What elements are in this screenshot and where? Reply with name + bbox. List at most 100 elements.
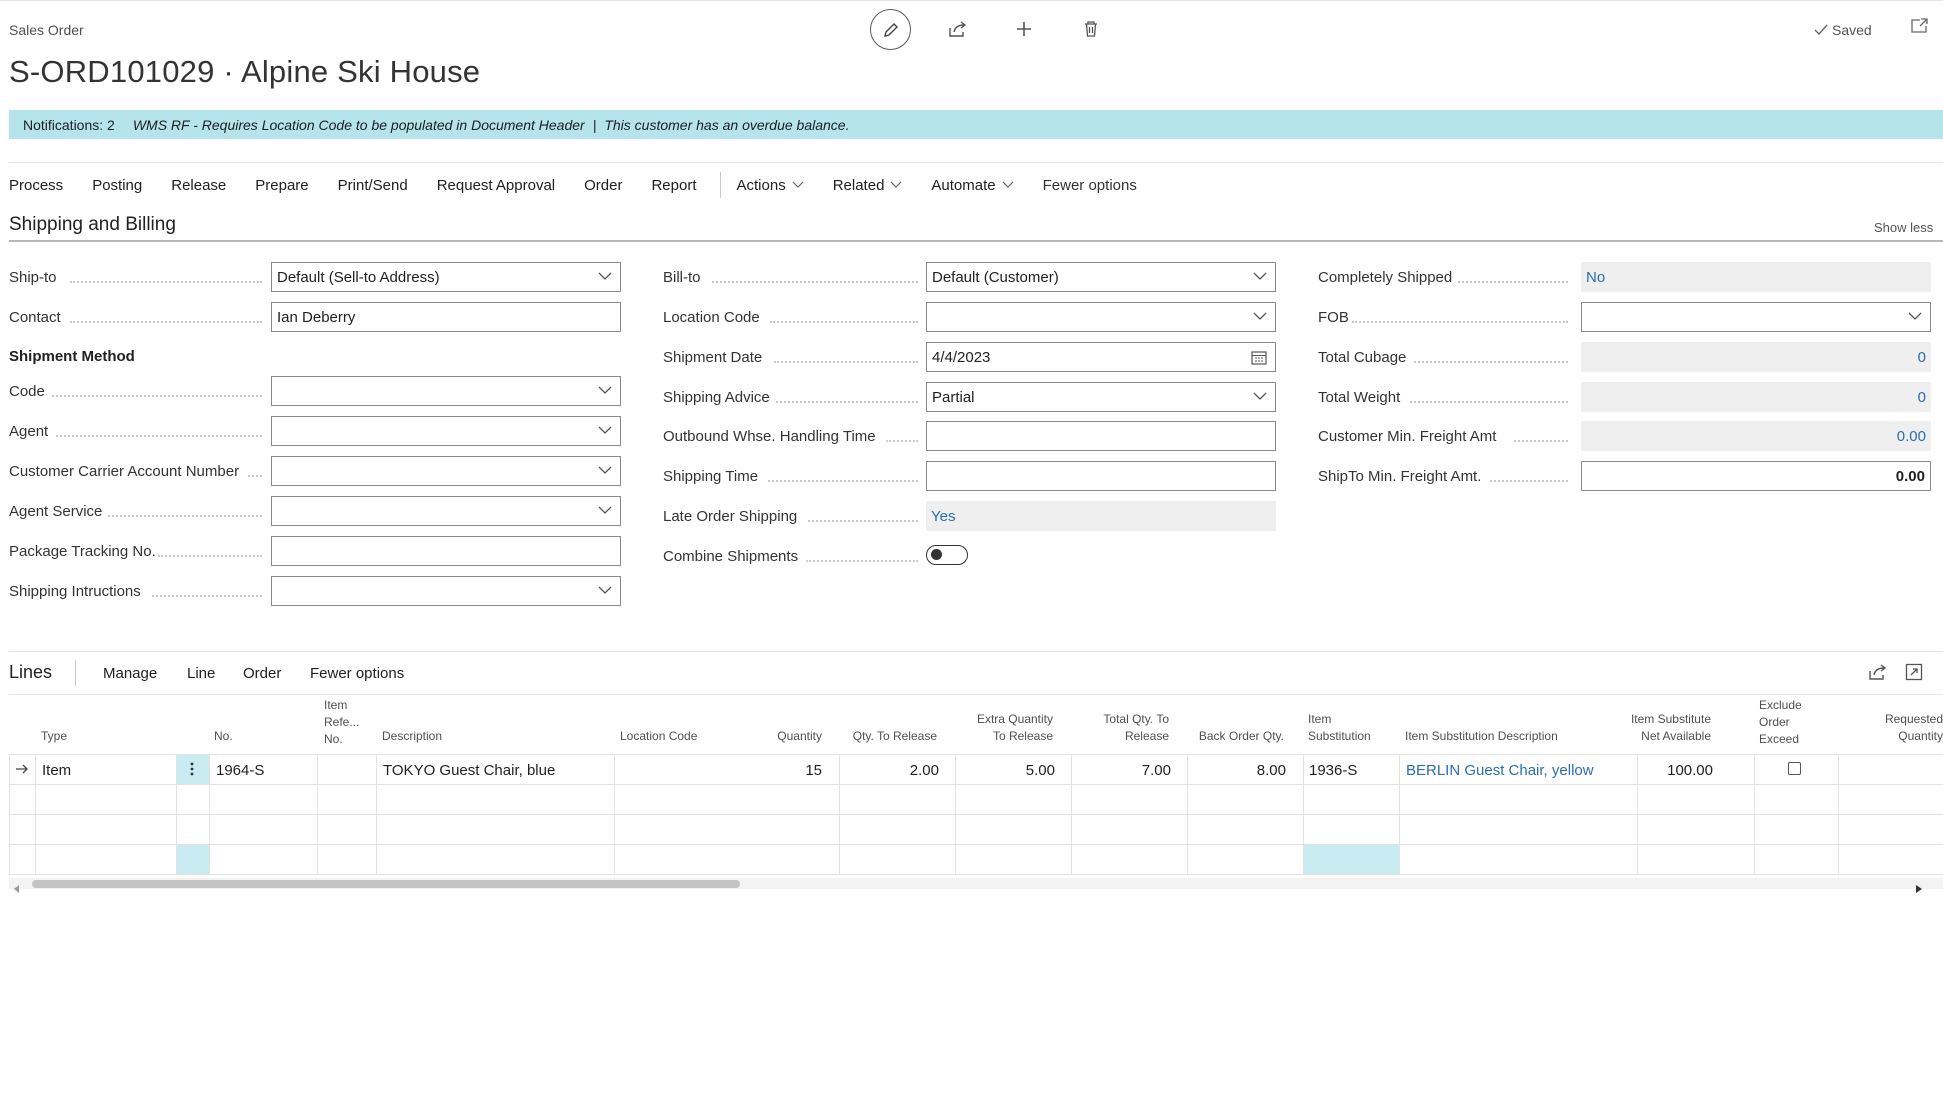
action-print-send[interactable]: Print/Send bbox=[338, 177, 408, 194]
action-actions-menu[interactable]: Actions bbox=[737, 177, 804, 194]
shipping-instructions-select[interactable] bbox=[271, 576, 621, 606]
col-header-exclude[interactable]: Exclude Order Exceed bbox=[1759, 697, 1802, 748]
action-posting[interactable]: Posting bbox=[92, 177, 142, 194]
grid-line bbox=[955, 754, 956, 874]
row-actions-button[interactable] bbox=[186, 760, 198, 782]
line-sub-net[interactable]: 100.00 bbox=[1625, 762, 1713, 779]
chevron-down-icon bbox=[1002, 181, 1014, 188]
line-no[interactable]: 1964-S bbox=[216, 762, 264, 779]
header-line: Requested bbox=[1884, 712, 1943, 726]
line-extra-qty[interactable]: 5.00 bbox=[960, 762, 1055, 779]
leader-dots bbox=[712, 281, 918, 283]
line-type[interactable]: Item bbox=[42, 762, 71, 779]
shipto-min-freight-field[interactable]: 0.00 bbox=[1581, 461, 1931, 491]
agent-service-select[interactable] bbox=[271, 496, 621, 526]
lines-title[interactable]: Lines bbox=[9, 662, 52, 683]
share-icon bbox=[1869, 664, 1887, 680]
action-related-menu[interactable]: Related bbox=[833, 177, 903, 194]
agent-select[interactable] bbox=[271, 416, 621, 446]
notification-message-2[interactable]: This customer has an overdue balance. bbox=[604, 117, 849, 133]
lines-divider bbox=[75, 660, 76, 686]
line-sub-desc-link[interactable]: BERLIN Guest Chair, yellow bbox=[1406, 762, 1594, 779]
col-header-quantity[interactable]: Quantity bbox=[740, 728, 822, 745]
tracking-no-field[interactable] bbox=[271, 536, 621, 566]
col-header-requested[interactable]: Requested Quantity bbox=[1876, 711, 1943, 745]
col-header-extra-qty[interactable]: Extra Quantity To Release bbox=[960, 711, 1053, 745]
section-divider bbox=[9, 240, 1943, 242]
fewer-options-button[interactable]: Fewer options bbox=[1043, 177, 1137, 194]
section-title[interactable]: Shipping and Billing bbox=[9, 214, 176, 236]
grid-line bbox=[376, 754, 377, 874]
fob-select[interactable] bbox=[1581, 302, 1931, 332]
show-less-link[interactable]: Show less bbox=[1874, 220, 1933, 235]
notifications-count[interactable]: Notifications: 2 bbox=[23, 117, 115, 133]
col-header-no[interactable]: No. bbox=[214, 728, 233, 745]
grid-line bbox=[209, 754, 210, 874]
col-header-item-sub[interactable]: Item Substitution bbox=[1308, 711, 1371, 745]
col-header-location[interactable]: Location Code bbox=[620, 728, 697, 745]
more-vertical-icon bbox=[190, 762, 194, 776]
action-order[interactable]: Order bbox=[584, 177, 622, 194]
action-process[interactable]: Process bbox=[9, 177, 63, 194]
col-header-item-ref[interactable]: Item Refe... No. bbox=[324, 697, 359, 748]
total-weight-label: Total Weight bbox=[1318, 389, 1401, 406]
chevron-down-icon bbox=[598, 426, 612, 434]
share-button[interactable] bbox=[943, 14, 973, 44]
scroll-right-icon[interactable] bbox=[1916, 880, 1922, 897]
line-back-order[interactable]: 8.00 bbox=[1185, 762, 1286, 779]
ship-to-select[interactable]: Default (Sell-to Address) bbox=[271, 262, 621, 292]
lines-manage-action[interactable]: Manage bbox=[103, 665, 157, 682]
shipment-date-field[interactable]: 4/4/2023 bbox=[926, 342, 1276, 372]
leader-dots bbox=[1410, 401, 1568, 403]
action-request-approval[interactable]: Request Approval bbox=[437, 177, 555, 194]
action-report[interactable]: Report bbox=[651, 177, 696, 194]
col-header-back-order[interactable]: Back Order Qty. bbox=[1185, 728, 1284, 745]
leader-dots bbox=[1490, 480, 1568, 482]
location-code-select[interactable] bbox=[926, 302, 1276, 332]
carrier-account-select[interactable] bbox=[271, 456, 621, 486]
expand-icon bbox=[1905, 663, 1923, 681]
calendar-icon[interactable] bbox=[1251, 350, 1267, 365]
lines-fewer-options[interactable]: Fewer options bbox=[310, 665, 404, 682]
new-button[interactable] bbox=[1009, 14, 1039, 44]
lines-share-button[interactable] bbox=[1868, 663, 1888, 685]
action-release[interactable]: Release bbox=[171, 177, 226, 194]
leader-dots bbox=[108, 515, 262, 517]
code-select[interactable] bbox=[271, 376, 621, 406]
edit-button[interactable] bbox=[870, 9, 911, 50]
lines-line-action[interactable]: Line bbox=[187, 665, 215, 682]
popout-button[interactable] bbox=[1910, 18, 1928, 38]
share-icon bbox=[949, 21, 967, 37]
line-description[interactable]: TOKYO Guest Chair, blue bbox=[383, 762, 555, 779]
line-qty-release[interactable]: 2.00 bbox=[840, 762, 939, 779]
delete-button[interactable] bbox=[1076, 14, 1106, 44]
late-order-shipping-value: Yes bbox=[926, 501, 1276, 531]
outbound-handling-field[interactable] bbox=[926, 421, 1276, 451]
action-automate-menu[interactable]: Automate bbox=[931, 177, 1014, 194]
contact-field[interactable]: Ian Deberry bbox=[271, 302, 621, 332]
lines-expand-button[interactable] bbox=[1905, 663, 1923, 685]
line-total-qty[interactable]: 7.00 bbox=[1075, 762, 1171, 779]
line-quantity[interactable]: 15 bbox=[740, 762, 822, 779]
col-header-description[interactable]: Description bbox=[382, 728, 442, 745]
scroll-left-icon[interactable] bbox=[14, 880, 20, 897]
popout-icon bbox=[1911, 18, 1928, 33]
line-item-sub[interactable]: 1936-S bbox=[1309, 762, 1357, 779]
col-header-total-qty[interactable]: Total Qty. To Release bbox=[1075, 711, 1169, 745]
action-prepare[interactable]: Prepare bbox=[255, 177, 308, 194]
bill-to-select[interactable]: Default (Customer) bbox=[926, 262, 1276, 292]
leader-dots bbox=[806, 560, 918, 562]
combine-shipments-toggle[interactable] bbox=[926, 545, 968, 565]
exclude-order-checkbox[interactable] bbox=[1788, 762, 1801, 775]
shipping-advice-select[interactable]: Partial bbox=[926, 382, 1276, 412]
col-header-qty-release[interactable]: Qty. To Release bbox=[840, 728, 937, 745]
col-header-type[interactable]: Type bbox=[41, 728, 67, 745]
col-header-sub-desc[interactable]: Item Substitution Description bbox=[1405, 728, 1558, 745]
scrollbar-thumb[interactable] bbox=[32, 880, 740, 888]
ship-to-value: Default (Sell-to Address) bbox=[277, 268, 440, 286]
col-header-sub-net[interactable]: Item Substitute Net Available bbox=[1625, 711, 1711, 745]
shipping-time-field[interactable] bbox=[926, 461, 1276, 491]
header-line: Item bbox=[1308, 712, 1332, 726]
notification-message-1[interactable]: WMS RF - Requires Location Code to be po… bbox=[133, 117, 585, 133]
lines-order-action[interactable]: Order bbox=[243, 665, 281, 682]
